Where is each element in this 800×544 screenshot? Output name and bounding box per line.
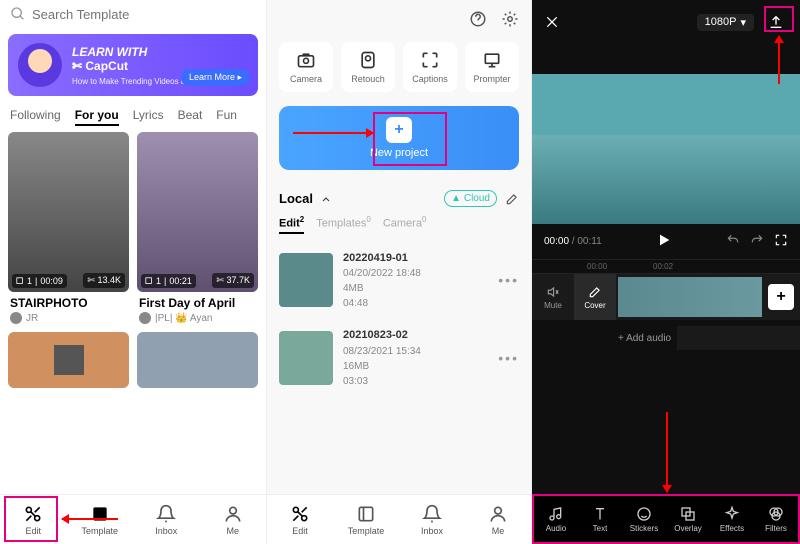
project-info: 20210823-02 08/23/2021 15:34 16MB 03:03 xyxy=(343,327,421,389)
tool-prompter[interactable]: Prompter xyxy=(465,42,519,92)
highlight-new-project xyxy=(373,112,447,166)
tool-retouch[interactable]: Retouch xyxy=(341,42,395,92)
highlight-export xyxy=(764,6,794,32)
new-project-button[interactable]: + New project xyxy=(279,106,519,170)
clip-duration-badge: 1 | 00:09 xyxy=(12,274,67,288)
template-author: JR xyxy=(10,312,127,324)
templates-screen: LEARN WITH ✄ CapCut How to Make Trending… xyxy=(0,0,266,544)
redo-button[interactable] xyxy=(750,233,764,250)
banner-line1: LEARN WITH xyxy=(72,45,215,59)
template-author: |PL| 👑 Ayan xyxy=(139,312,256,324)
tab-fun[interactable]: Fun xyxy=(216,108,237,126)
uses-badge: ✄ 37.7K xyxy=(212,273,254,288)
avatar xyxy=(139,312,151,324)
template-card[interactable]: 1 | 00:21 ✄ 37.7K First Day of April |PL… xyxy=(137,132,258,326)
category-tabs: Following For you Lyrics Beat Fun xyxy=(0,102,266,132)
playback-row: 00:00 / 00:11 xyxy=(532,224,800,259)
tool-effects[interactable]: Effects xyxy=(710,496,754,542)
tab-me[interactable]: Me xyxy=(465,495,531,544)
arrow-to-new-project xyxy=(293,132,373,134)
undo-button[interactable] xyxy=(726,233,740,250)
more-icon[interactable]: ••• xyxy=(498,272,519,288)
project-thumb xyxy=(279,253,333,307)
settings-icon[interactable] xyxy=(501,10,519,28)
learn-banner[interactable]: LEARN WITH ✄ CapCut How to Make Trending… xyxy=(8,34,258,96)
video-clip[interactable] xyxy=(618,277,762,317)
tool-stickers[interactable]: Stickers xyxy=(622,496,666,542)
project-thumb xyxy=(279,331,333,385)
editor-screen: 1080P ▾ 00:00 / 00:11 00:0000:02 Mute Co… xyxy=(532,0,800,544)
add-clip-button[interactable]: + xyxy=(768,284,794,310)
template-card[interactable] xyxy=(137,332,258,388)
arrow-to-tools xyxy=(666,412,668,492)
local-label: Local xyxy=(279,191,313,206)
tab-inbox[interactable]: Inbox xyxy=(399,495,465,544)
search-icon xyxy=(10,6,26,22)
tool-audio[interactable]: Audio xyxy=(534,496,578,542)
tab-edit[interactable]: Edit xyxy=(267,495,333,544)
tab-template[interactable]: Template xyxy=(333,495,399,544)
local-header: Local ▲ Cloud xyxy=(267,180,531,211)
video-track[interactable]: Mute Cover + xyxy=(532,274,800,320)
resolution-dropdown[interactable]: 1080P ▾ xyxy=(697,14,754,31)
local-tabs: Edit2 Templates0 Camera0 xyxy=(267,211,531,242)
tab-following[interactable]: Following xyxy=(10,108,61,126)
project-info: 20220419-01 04/20/2022 18:48 4MB 04:48 xyxy=(343,250,421,312)
search-input[interactable] xyxy=(32,7,256,22)
arrow-to-export xyxy=(778,36,780,84)
more-icon[interactable]: ••• xyxy=(498,350,519,366)
top-icons xyxy=(267,0,531,38)
video-preview[interactable] xyxy=(532,74,800,224)
audio-track[interactable]: + Add audio xyxy=(532,320,800,356)
cover-button[interactable]: Cover xyxy=(574,274,616,320)
tool-text[interactable]: Text xyxy=(578,496,622,542)
close-icon[interactable] xyxy=(544,14,560,30)
clip-duration-badge: 1 | 00:21 xyxy=(141,274,196,288)
bottom-tabbar: Edit Template Inbox Me xyxy=(267,494,531,544)
tab-for-you[interactable]: For you xyxy=(75,108,119,126)
template-card[interactable] xyxy=(8,332,129,388)
learn-more-button[interactable]: Learn More ▸ xyxy=(181,69,250,86)
timeline-ruler: 00:0000:02 xyxy=(532,259,800,274)
tool-overlay[interactable]: Overlay xyxy=(666,496,710,542)
timeline: 00:0000:02 Mute Cover + + Add audio xyxy=(532,259,800,356)
ltab-edit[interactable]: Edit2 xyxy=(279,215,304,234)
tool-filters[interactable]: Filters xyxy=(754,496,798,542)
time-display: 00:00 / 00:11 xyxy=(544,236,602,247)
uses-badge: ✄ 13.4K xyxy=(83,273,125,288)
search-bar[interactable] xyxy=(0,0,266,28)
fullscreen-icon[interactable] xyxy=(774,233,788,250)
cloud-button[interactable]: ▲ Cloud xyxy=(444,190,497,207)
template-grid-row2 xyxy=(0,326,266,394)
template-title: STAIRPHOTO xyxy=(10,296,127,310)
tool-row: Camera Retouch Captions Prompter xyxy=(267,38,531,96)
ltab-camera[interactable]: Camera0 xyxy=(383,215,427,234)
play-button[interactable] xyxy=(656,232,672,251)
highlight-edit-tab xyxy=(4,496,58,542)
tab-lyrics[interactable]: Lyrics xyxy=(133,108,164,126)
tool-captions[interactable]: Captions xyxy=(403,42,457,92)
tab-beat[interactable]: Beat xyxy=(178,108,203,126)
project-row[interactable]: 20210823-02 08/23/2021 15:34 16MB 03:03 … xyxy=(267,319,531,397)
avatar xyxy=(10,312,22,324)
edit-icon[interactable] xyxy=(505,192,519,206)
mute-button[interactable]: Mute xyxy=(532,285,574,310)
home-screen: Camera Retouch Captions Prompter + New p… xyxy=(266,0,532,544)
help-icon[interactable] xyxy=(469,10,487,28)
chevron-up-icon[interactable] xyxy=(321,194,331,204)
editor-topbar: 1080P ▾ xyxy=(532,0,800,44)
tab-me[interactable]: Me xyxy=(200,495,267,544)
arrow-to-edit xyxy=(62,518,118,520)
banner-illustration xyxy=(18,43,62,87)
tab-inbox[interactable]: Inbox xyxy=(133,495,200,544)
editor-toolbar: Audio Text Stickers Overlay Effects Filt… xyxy=(532,494,800,544)
ltab-templates[interactable]: Templates0 xyxy=(316,215,371,234)
project-row[interactable]: 20220419-01 04/20/2022 18:48 4MB 04:48 •… xyxy=(267,242,531,320)
template-grid: 1 | 00:09 ✄ 13.4K STAIRPHOTO JR 1 | 00:2… xyxy=(0,132,266,326)
tool-camera[interactable]: Camera xyxy=(279,42,333,92)
template-card[interactable]: 1 | 00:09 ✄ 13.4K STAIRPHOTO JR xyxy=(8,132,129,326)
template-title: First Day of April xyxy=(139,296,256,310)
